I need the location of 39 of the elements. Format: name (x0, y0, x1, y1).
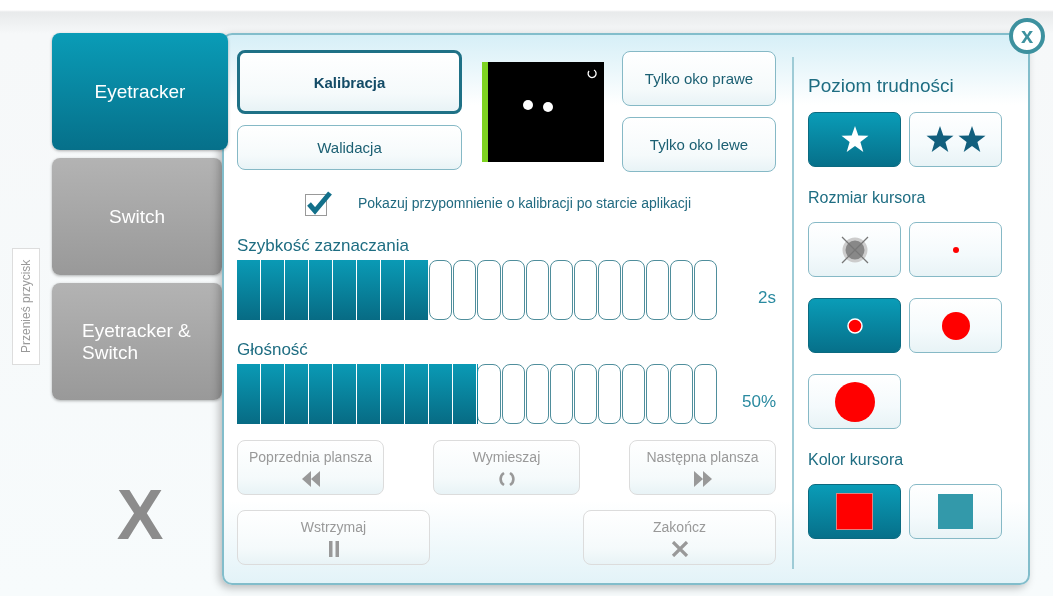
section-title: Rozmiar kursora (808, 189, 927, 207)
tab[interactable]: Eyetracker & Switch (52, 283, 222, 400)
option-button[interactable] (909, 112, 1002, 167)
option-button[interactable] (808, 374, 901, 429)
slider-track[interactable] (237, 260, 718, 320)
star-icon (957, 126, 986, 153)
slider-label: Głośność (237, 340, 309, 360)
option-button[interactable] (909, 484, 1002, 539)
star-icon (925, 126, 954, 153)
cursor-dot-icon (939, 309, 972, 342)
star-icon (840, 126, 869, 153)
slider-track[interactable] (237, 364, 718, 424)
slider-value: 50% (741, 391, 776, 412)
option-button[interactable] (808, 112, 901, 167)
slider-value: 2s (758, 287, 776, 308)
calibration-button[interactable]: Kalibracja (237, 50, 462, 114)
eye-button[interactable]: Tylko oko lewe (622, 117, 776, 172)
option-button[interactable] (808, 222, 901, 277)
fast-forward-icon (693, 470, 712, 487)
tab[interactable]: Switch (52, 158, 222, 275)
checkbox-label: Pokazuj przypomnienie o kalibracji po starcie aplikacji (358, 195, 692, 211)
shuffle-icon (497, 470, 516, 487)
section-title: Kolor kursora (808, 451, 905, 469)
close-icon (670, 540, 689, 557)
cursor-dot-icon (845, 316, 864, 335)
option-button[interactable] (909, 298, 1002, 353)
checkbox[interactable] (305, 190, 333, 216)
cursor-dot-icon (950, 244, 961, 255)
close-button[interactable]: x (1009, 18, 1045, 54)
exit-button[interactable]: X (116, 480, 164, 550)
validation-button[interactable]: Walidacja (237, 125, 462, 170)
option-button[interactable] (808, 298, 901, 353)
eye-button[interactable]: Tylko oko prawe (622, 51, 776, 106)
rewind-icon (301, 470, 320, 487)
slider-label: Szybkość zaznaczania (237, 236, 410, 256)
cursor-dot-icon (832, 379, 877, 424)
tab[interactable]: Eyetracker (52, 33, 228, 150)
section-title: Poziom trudności (808, 75, 955, 97)
side-label[interactable]: Przenieś przycisk (12, 248, 40, 365)
